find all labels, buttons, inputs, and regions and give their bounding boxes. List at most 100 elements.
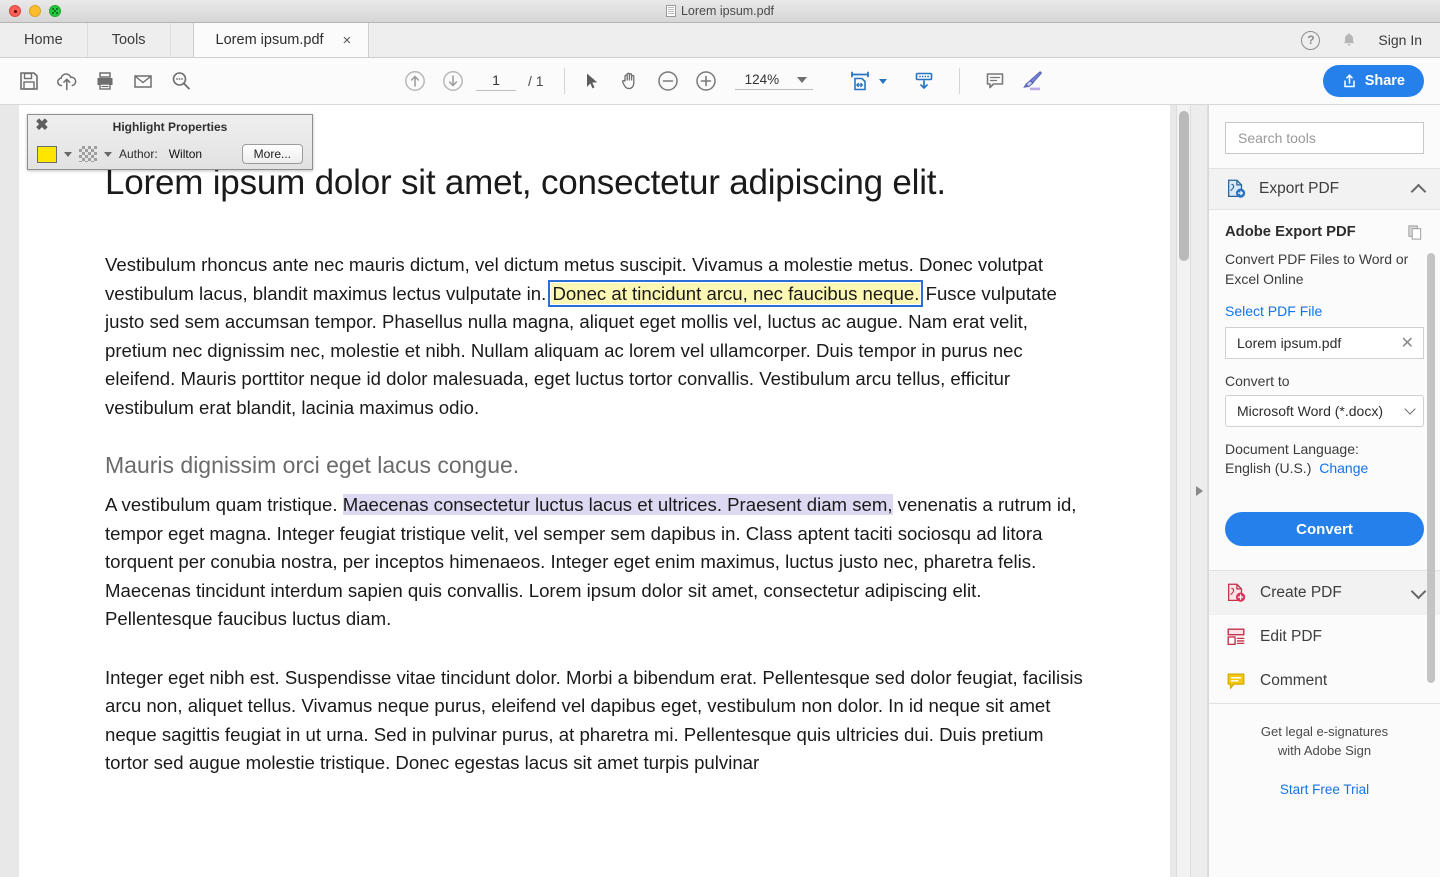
next-page-arrow-icon[interactable]: [434, 62, 472, 100]
panel-header-export-pdf[interactable]: Export PDF: [1209, 168, 1440, 210]
pdf-page: Lorem ipsum dolor sit amet, consectetur …: [19, 105, 1170, 877]
create-pdf-icon: [1225, 582, 1247, 604]
sign-in-button[interactable]: Sign In: [1378, 32, 1422, 48]
highlight-color-swatch[interactable]: [37, 145, 57, 163]
edit-pdf-icon: [1225, 626, 1247, 648]
zoom-in-icon[interactable]: [687, 62, 725, 100]
document-scrollbar[interactable]: [1176, 105, 1190, 877]
start-free-trial-link[interactable]: Start Free Trial: [1209, 782, 1440, 797]
page-nav-group: 1 / 1: [396, 62, 544, 100]
paragraph-2-text-before: A vestibulum quam tristique.: [105, 494, 343, 515]
pdf-page-content: Lorem ipsum dolor sit amet, consectetur …: [19, 105, 1170, 778]
convert-button[interactable]: Convert: [1225, 512, 1424, 546]
toolbar-divider: [563, 68, 565, 94]
sidebar-scrollbar[interactable]: [1425, 253, 1437, 683]
convert-to-value: Microsoft Word (*.docx): [1237, 403, 1383, 419]
chevron-down-icon[interactable]: [1410, 583, 1427, 599]
author-value: Wilton: [168, 147, 203, 161]
highlighter-pen-icon[interactable]: [1014, 62, 1052, 100]
document-paragraph-1: Vestibulum rhoncus ante nec mauris dictu…: [105, 251, 1090, 422]
page-total-label: / 1: [528, 73, 544, 89]
selected-file-row[interactable]: Lorem ipsum.pdf ✕: [1225, 327, 1424, 359]
window-titlebar: Lorem ipsum.pdf: [0, 0, 1440, 23]
annotation-tools-group: [976, 62, 1052, 100]
upload-to-cloud-icon[interactable]: [48, 62, 86, 100]
tab-document-label: Lorem ipsum.pdf: [215, 32, 324, 48]
email-icon[interactable]: [124, 62, 162, 100]
tab-bar-right: ? Sign In: [1301, 23, 1440, 57]
close-icon[interactable]: ×: [340, 31, 355, 50]
sidebar-item-label: Create PDF: [1260, 584, 1342, 601]
color-chevron-down-icon[interactable]: [64, 151, 72, 157]
opacity-chevron-down-icon[interactable]: [104, 151, 112, 157]
tab-document[interactable]: Lorem ipsum.pdf ×: [192, 23, 370, 57]
highlight-properties-controls: Author: Wilton More...: [28, 139, 312, 169]
comment-tool-icon: [1225, 670, 1247, 692]
document-icon: [665, 5, 676, 17]
notification-bell-icon[interactable]: [1340, 31, 1358, 49]
tools-sidebar: Search tools Export PDF Adobe Export PDF…: [1208, 105, 1440, 877]
sidebar-item-comment[interactable]: Comment: [1209, 659, 1440, 703]
help-circle-icon[interactable]: ?: [1301, 30, 1321, 50]
sidebar-item-label: Edit PDF: [1260, 628, 1323, 645]
tab-bar: Home Tools Lorem ipsum.pdf × ? Sign In: [0, 23, 1440, 58]
opacity-checkerboard-icon[interactable]: [79, 146, 97, 162]
more-options-button[interactable]: More...: [241, 144, 303, 164]
document-language-value: English (U.S.): [1225, 460, 1312, 476]
hand-pan-icon[interactable]: [611, 62, 649, 100]
chevron-down-icon: [797, 76, 808, 83]
close-icon[interactable]: ✖: [34, 118, 50, 135]
document-paragraph-2: A vestibulum quam tristique. Maecenas co…: [105, 491, 1090, 634]
change-language-link[interactable]: Change: [1319, 460, 1368, 476]
fit-options-chevron-down-icon[interactable]: [878, 78, 887, 84]
clear-file-close-icon[interactable]: ✕: [1401, 333, 1414, 353]
export-pdf-icon: [1225, 178, 1247, 200]
promo-line-1: Get legal e-signatures: [1260, 724, 1389, 739]
document-language-row: English (U.S.) Change: [1225, 460, 1424, 476]
yellow-highlight-annotation[interactable]: Donec at tincidunt arcu, nec faucibus ne…: [548, 279, 924, 307]
convert-to-select[interactable]: Microsoft Word (*.docx): [1225, 395, 1424, 427]
chevron-up-icon[interactable]: [1410, 183, 1427, 199]
zoom-out-icon[interactable]: [649, 62, 687, 100]
highlight-properties-titlebar: ✖ Highlight Properties: [28, 115, 312, 139]
scroll-mode-icon[interactable]: [905, 62, 943, 100]
document-scrollbar-thumb[interactable]: [1179, 111, 1189, 261]
tab-home[interactable]: Home: [0, 23, 88, 57]
sidebar-item-edit-pdf[interactable]: Edit PDF: [1209, 615, 1440, 659]
save-floppy-icon[interactable]: [10, 62, 48, 100]
highlight-properties-title: Highlight Properties: [112, 120, 228, 134]
fit-tools-group: [841, 62, 943, 100]
search-tools-input[interactable]: Search tools: [1225, 122, 1424, 154]
sidebar-item-create-pdf[interactable]: Create PDF: [1209, 571, 1440, 615]
zoom-level-dropdown[interactable]: 124%: [734, 72, 813, 90]
selected-file-name: Lorem ipsum.pdf: [1237, 335, 1342, 351]
sidebar-scrollbar-thumb[interactable]: [1427, 253, 1435, 683]
window-title: Lorem ipsum.pdf: [0, 4, 1440, 18]
text-selection-highlight[interactable]: Maecenas consectetur luctus lacus et ult…: [342, 494, 893, 515]
export-pdf-panel-body: Adobe Export PDF Convert PDF Files to Wo…: [1209, 210, 1440, 486]
adobe-sign-promo: Get legal e-signatures with Adobe Sign: [1209, 722, 1440, 760]
document-heading-2: Mauris dignissim orci eget lacus congue.: [105, 452, 520, 478]
adobe-export-pdf-title-row: Adobe Export PDF: [1225, 224, 1424, 241]
right-panel-toggle[interactable]: [1190, 105, 1208, 877]
select-pdf-file-link[interactable]: Select PDF File: [1225, 303, 1424, 319]
select-cursor-icon[interactable]: [573, 62, 611, 100]
print-icon[interactable]: [86, 62, 124, 100]
acrobat-window: Lorem ipsum.pdf Home Tools Lorem ipsum.p…: [0, 0, 1440, 877]
toolbar-divider-2: [958, 68, 960, 94]
document-language-label: Document Language:: [1225, 441, 1359, 457]
share-button[interactable]: Share: [1322, 65, 1424, 97]
previous-page-arrow-icon[interactable]: [396, 62, 434, 100]
comment-balloon-icon[interactable]: [976, 62, 1014, 100]
sidebar-divider-2: [1209, 703, 1440, 704]
highlight-properties-popup[interactable]: ✖ Highlight Properties Author: Wilton Mo…: [27, 114, 313, 170]
main-toolbar: 1 / 1 124% Share: [0, 58, 1440, 105]
page-number-input[interactable]: 1: [476, 72, 516, 91]
search-icon[interactable]: [162, 62, 200, 100]
tab-tools[interactable]: Tools: [88, 23, 171, 57]
fit-page-width-icon[interactable]: [841, 62, 879, 100]
panel-title-export-pdf: Export PDF: [1259, 180, 1340, 197]
view-tools-group: 124%: [573, 62, 813, 100]
copy-documents-icon[interactable]: [1407, 224, 1424, 241]
expand-right-panel-icon: [1195, 486, 1203, 496]
